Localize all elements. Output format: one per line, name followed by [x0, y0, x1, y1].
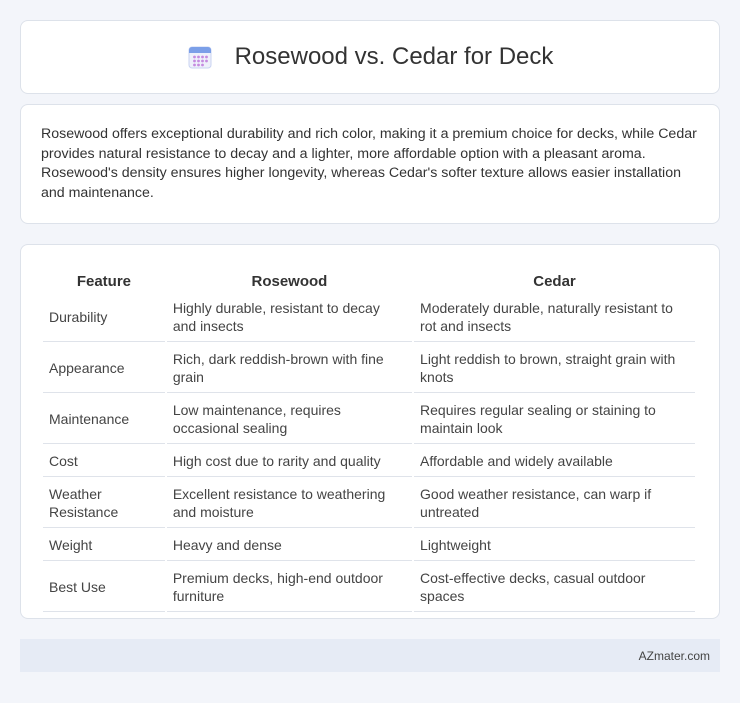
- cell-feature: Durability: [43, 293, 165, 342]
- cell-cedar: Affordable and widely available: [414, 446, 695, 477]
- cell-feature: Weather Resistance: [43, 479, 165, 528]
- cell-rosewood: Excellent resistance to weathering and m…: [166, 479, 413, 528]
- header-rosewood: Rosewood: [251, 273, 328, 290]
- cell-rosewood: Highly durable, resistant to decay and i…: [166, 293, 413, 342]
- title-card: Rosewood vs. Cedar for Deck: [20, 20, 720, 94]
- table-row: Appearance Rich, dark reddish-brown with…: [43, 344, 695, 393]
- table-header-row: Feature Rosewood Cedar: [43, 268, 695, 291]
- comparison-table: Feature Rosewood Cedar Durability Highly…: [41, 266, 697, 614]
- cell-cedar: Cost-effective decks, casual outdoor spa…: [414, 563, 695, 612]
- cell-cedar: Light reddish to brown, straight grain w…: [414, 344, 695, 393]
- cell-rosewood: Heavy and dense: [166, 530, 413, 561]
- summary-card: Rosewood offers exceptional durability a…: [20, 104, 720, 224]
- cell-rosewood: Rich, dark reddish-brown with fine grain: [166, 344, 413, 393]
- footer-brand: AZmater.com: [638, 648, 710, 663]
- table-row: Weather Resistance Excellent resistance …: [43, 479, 695, 528]
- table-row: Durability Highly durable, resistant to …: [43, 293, 695, 342]
- cell-feature: Weight: [43, 530, 165, 561]
- cell-rosewood: Low maintenance, requires occasional sea…: [166, 395, 413, 444]
- cell-feature: Maintenance: [43, 395, 165, 444]
- page-title: Rosewood vs. Cedar for Deck: [234, 43, 554, 70]
- cell-cedar: Requires regular sealing or staining to …: [414, 395, 695, 444]
- cell-rosewood: Premium decks, high-end outdoor furnitur…: [166, 563, 413, 612]
- calendar-icon: [187, 44, 213, 70]
- cell-cedar: Moderately durable, naturally resistant …: [414, 293, 695, 342]
- cell-cedar: Lightweight: [414, 530, 695, 561]
- cell-rosewood: High cost due to rarity and quality: [166, 446, 413, 477]
- table-row: Maintenance Low maintenance, requires oc…: [43, 395, 695, 444]
- cell-feature: Best Use: [43, 563, 165, 612]
- table-row: Cost High cost due to rarity and quality…: [43, 446, 695, 477]
- header-cedar: Cedar: [533, 273, 576, 290]
- comparison-card: Feature Rosewood Cedar Durability Highly…: [20, 244, 720, 619]
- table-row: Best Use Premium decks, high-end outdoor…: [43, 563, 695, 612]
- cell-feature: Appearance: [43, 344, 165, 393]
- table-row: Weight Heavy and dense Lightweight: [43, 530, 695, 561]
- header-feature: Feature: [76, 273, 131, 290]
- cell-feature: Cost: [43, 446, 165, 477]
- summary-text: Rosewood offers exceptional durability a…: [41, 126, 697, 201]
- footer: AZmater.com: [20, 639, 720, 672]
- cell-cedar: Good weather resistance, can warp if unt…: [414, 479, 695, 528]
